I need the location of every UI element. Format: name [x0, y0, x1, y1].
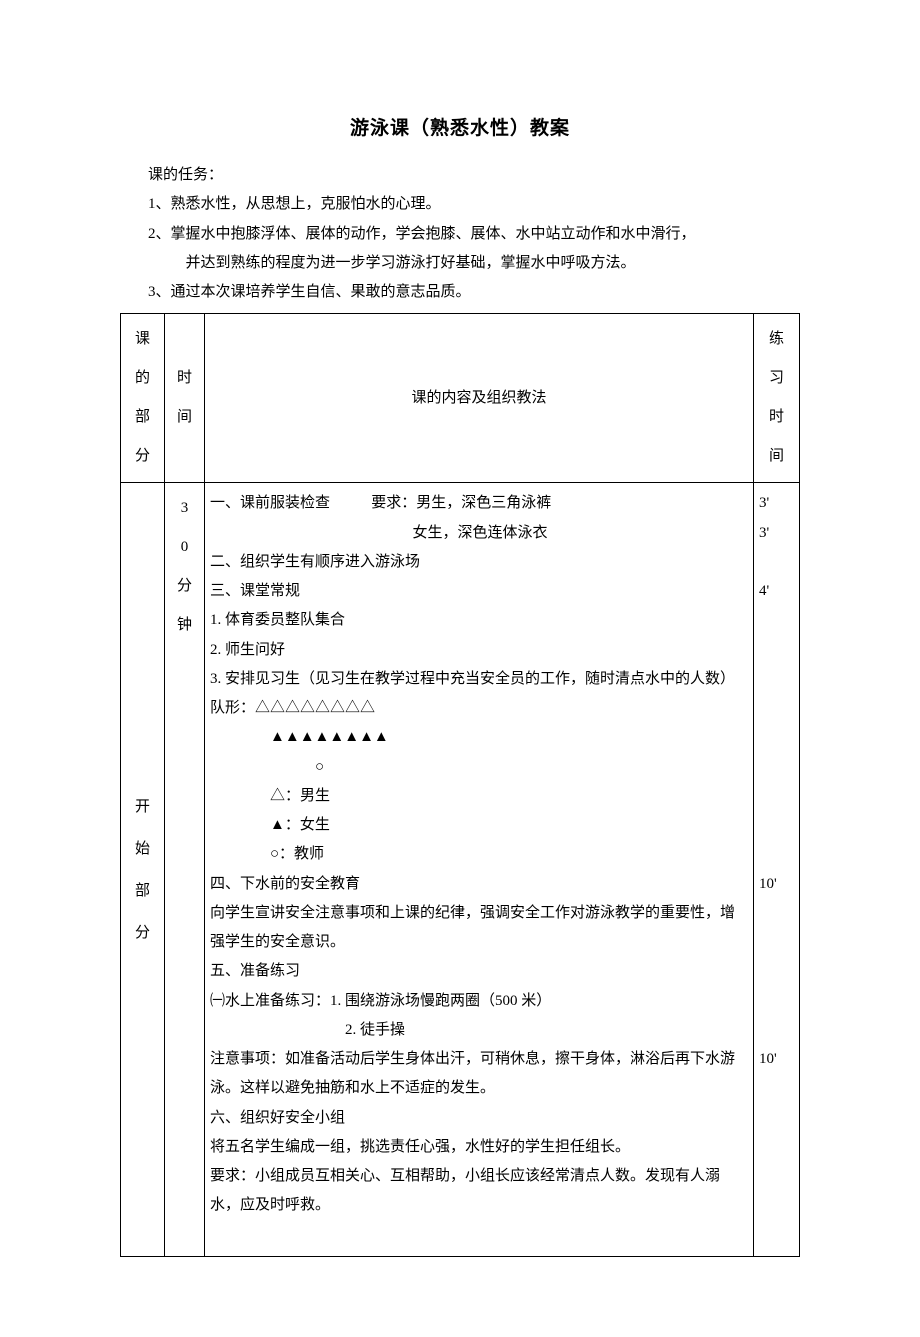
practice-4: 10'	[759, 870, 794, 899]
tasks-label: 课的任务：	[148, 161, 800, 190]
line-1: 一、课前服装检查 要求：男生，深色三角泳裤	[210, 489, 748, 518]
line-6-2: 要求：小组成员互相关心、互相帮助，小组长应该经常清点人数。发现有人溺水，应及时呼…	[210, 1162, 748, 1221]
table-row: 开始部分 30分钟 一、课前服装检查 要求：男生，深色三角泳裤 女生，深色连体泳…	[121, 483, 800, 1257]
tasks-block: 课的任务： 1、熟悉水性，从思想上，克服怕水的心理。 2、掌握水中抱膝浮体、展体…	[148, 161, 800, 307]
content-cell: 一、课前服装检查 要求：男生，深色三角泳裤 女生，深色连体泳衣 二、组织学生有顺…	[205, 483, 754, 1257]
legend-b: ▲：女生	[210, 811, 748, 840]
line-5-1: ㈠水上准备练习：1. 围绕游泳场慢跑两圈（500 米）	[210, 987, 748, 1016]
line-4-body: 向学生宣讲安全注意事项和上课的纪律，强调安全工作对游泳教学的重要性，增强学生的安…	[210, 899, 748, 958]
line-5-2: 2. 徒手操	[210, 1016, 748, 1045]
line-2: 二、组织学生有顺序进入游泳场	[210, 548, 748, 577]
line-6: 六、组织好安全小组	[210, 1104, 748, 1133]
formation-label: 队形：△△△△△△△△	[210, 694, 748, 723]
line-6-1: 将五名学生编成一组，挑选责任心强，水性好的学生担任组长。	[210, 1133, 748, 1162]
line-1c: 女生，深色连体泳衣	[210, 519, 748, 548]
line-4: 四、下水前的安全教育	[210, 870, 748, 899]
task-2-cont: 并达到熟练的程度为进一步学习游泳打好基础，掌握水中呼吸方法。	[148, 249, 800, 278]
line-5: 五、准备练习	[210, 957, 748, 986]
line-3: 三、课堂常规	[210, 577, 748, 606]
hdr-practice: 练习时间	[754, 314, 800, 483]
practice-5: 10'	[759, 1045, 794, 1074]
document-title: 游泳课（熟悉水性）教案	[120, 110, 800, 147]
hdr-content: 课的内容及组织教法	[205, 314, 754, 483]
practice-3: 4'	[759, 577, 794, 606]
formation-row3: ○	[210, 753, 748, 782]
page: 游泳课（熟悉水性）教案 课的任务： 1、熟悉水性，从思想上，克服怕水的心理。 2…	[0, 0, 920, 1337]
line-1a: 一、课前服装检查	[210, 489, 368, 518]
time-label: 30分钟	[165, 483, 205, 1257]
hdr-time: 时间	[165, 314, 205, 483]
task-2: 2、掌握水中抱膝浮体、展体的动作，学会抱膝、展体、水中站立动作和水中滑行，	[148, 220, 800, 249]
formation-row2: ▲▲▲▲▲▲▲▲	[210, 723, 748, 752]
note: 注意事项：如准备活动后学生身体出汗，可稍休息，擦干身体，淋浴后再下水游泳。这样以…	[210, 1045, 748, 1104]
practice-cell: 3' 3' 4' 10' 10'	[754, 483, 800, 1257]
practice-2: 3'	[759, 519, 794, 548]
line-3-1: 1. 体育委员整队集合	[210, 606, 748, 635]
table-header-row: 课的部分 时间 课的内容及组织教法 练习时间	[121, 314, 800, 483]
hdr-part: 课的部分	[121, 314, 165, 483]
practice-1: 3'	[759, 489, 794, 518]
legend-a: △：男生	[210, 782, 748, 811]
line-3-2: 2. 师生问好	[210, 636, 748, 665]
part-label: 开始部分	[121, 483, 165, 1257]
task-1: 1、熟悉水性，从思想上，克服怕水的心理。	[148, 190, 800, 219]
task-3: 3、通过本次课培养学生自信、果敢的意志品质。	[148, 278, 800, 307]
line-1b: 要求：男生，深色三角泳裤	[371, 495, 551, 511]
lesson-plan-table: 课的部分 时间 课的内容及组织教法 练习时间 开始部分 30分钟 一、课前服装检…	[120, 313, 800, 1257]
legend-c: ○：教师	[210, 840, 748, 869]
line-3-3: 3. 安排见习生（见习生在教学过程中充当安全员的工作，随时清点水中的人数）	[210, 665, 748, 694]
